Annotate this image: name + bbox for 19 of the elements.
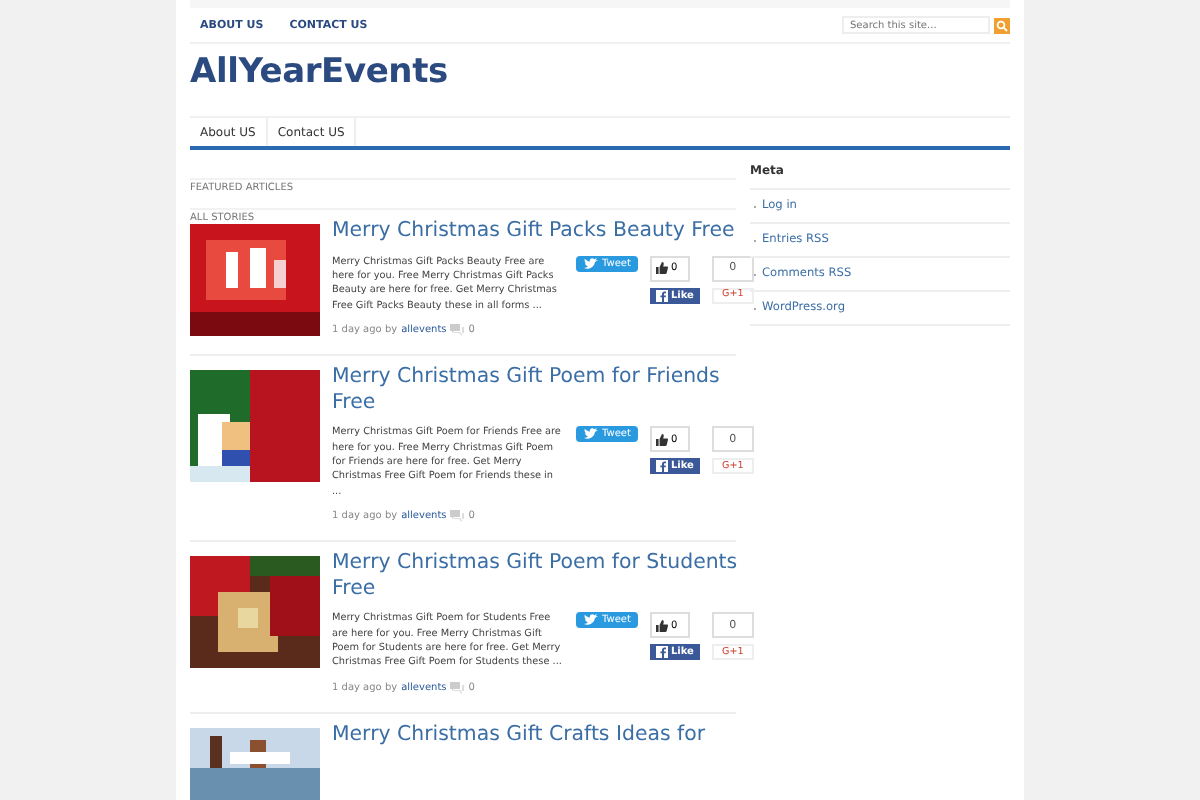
post-title-link[interactable]: Merry Christmas Gift Poem for Friends Free — [332, 366, 754, 417]
post-title-link[interactable]: Merry Christmas Gift Poem for Students Free — [332, 552, 754, 603]
comment-icon — [450, 681, 465, 694]
bird-icon — [584, 614, 598, 627]
search-icon — [996, 19, 1008, 31]
bird-icon — [584, 428, 598, 441]
search-button[interactable] — [994, 17, 1010, 33]
comment-icon — [450, 510, 465, 523]
comment-icon — [450, 324, 465, 337]
site-title[interactable]: AllYearEvents — [190, 52, 1010, 116]
thumbs-up-icon — [656, 433, 669, 446]
facebook-icon — [656, 646, 669, 659]
facebook-icon — [656, 289, 669, 301]
thumbs-up-icon — [656, 619, 669, 632]
thumbs-up-icon — [656, 262, 669, 274]
bird-icon — [584, 257, 598, 269]
post-title-link[interactable]: Merry Christmas Gift Packs Beauty Free — [332, 220, 754, 245]
facebook-icon — [656, 460, 669, 473]
post-title-link[interactable]: Merry Christmas Gift Crafts Ideas for — [332, 723, 736, 749]
